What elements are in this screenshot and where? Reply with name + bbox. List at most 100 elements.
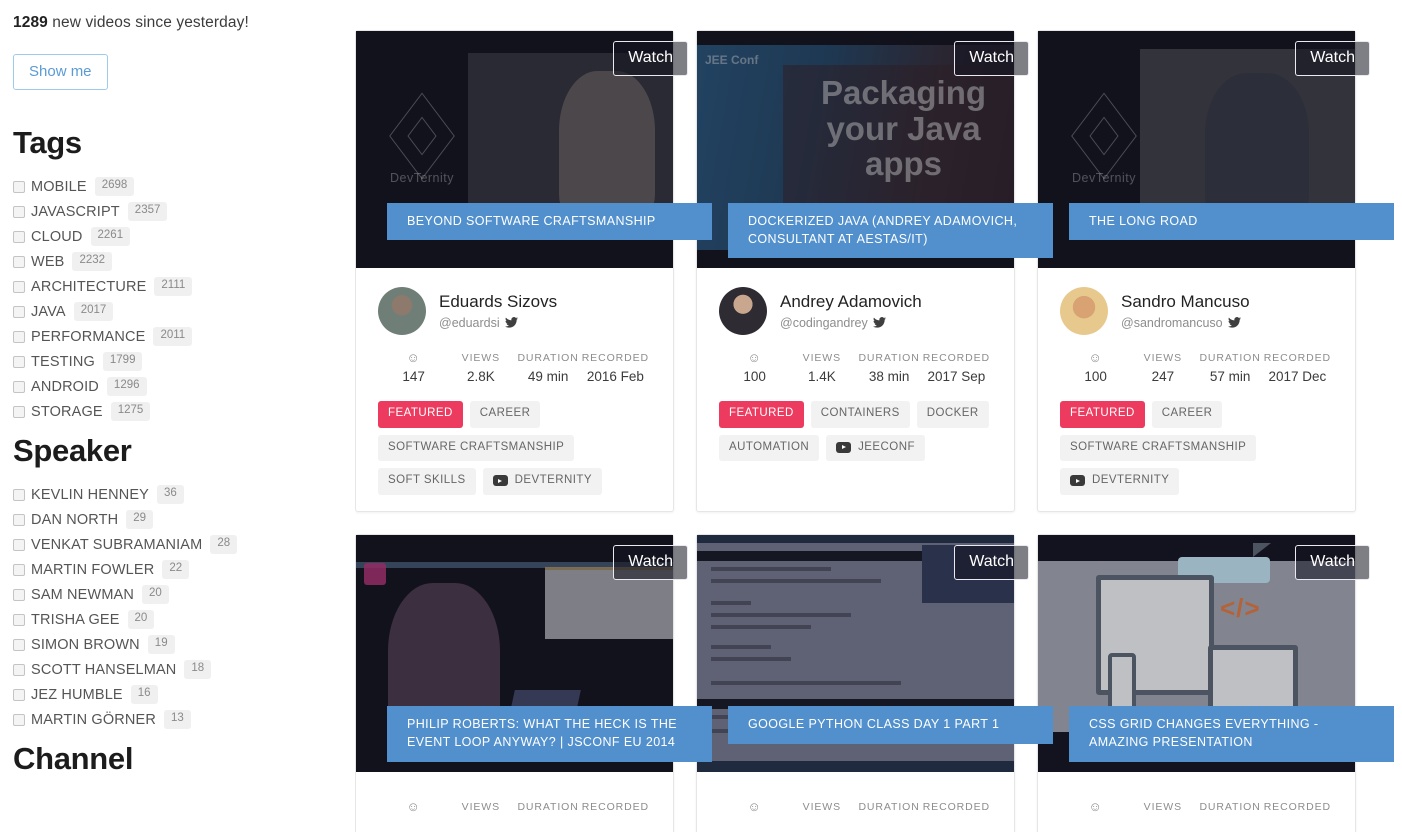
checkbox-icon[interactable] [13, 663, 25, 676]
facet-item-jez-humble[interactable]: JEZ HUMBLE 16 [13, 682, 355, 707]
tag-item[interactable]: DOCKER [916, 401, 989, 428]
video-title[interactable]: GOOGLE PYTHON CLASS DAY 1 PART 1 [728, 706, 1053, 744]
tag-item[interactable]: SOFT SKILLS [378, 468, 476, 495]
video-card[interactable]: DevTernity Watch THE LONG ROAD Sandro Ma… [1037, 30, 1394, 512]
facet-count: 1799 [102, 352, 143, 371]
rating-value: 147 [402, 369, 425, 384]
video-thumbnail[interactable]: JEE Conf Packaging your Java apps Watch DO… [697, 31, 1053, 268]
tag-featured[interactable]: FEATURED [1060, 401, 1145, 428]
video-thumbnail[interactable]: </> Watch CSS GRID CHANGES EVERYTHING - … [1038, 534, 1394, 772]
stats-row: ☺ VIEWS DURATION RECORDED [1060, 800, 1333, 818]
facet-item-simon-brown[interactable]: SIMON BROWN 19 [13, 632, 355, 657]
video-card[interactable]: </> Watch CSS GRID CHANGES EVERYTHING - … [1037, 533, 1394, 832]
watch-button[interactable]: Watch [1295, 544, 1370, 580]
checkbox-icon[interactable] [13, 180, 25, 193]
tag-item[interactable]: CAREER [1151, 401, 1223, 428]
checkbox-icon[interactable] [13, 305, 25, 318]
checkbox-icon[interactable] [13, 638, 25, 651]
facet-item-martin-gorner[interactable]: MARTIN GÖRNER 13 [13, 707, 355, 732]
tag-item[interactable]: CAREER [469, 401, 541, 428]
tag-featured[interactable]: FEATURED [719, 401, 804, 428]
facet-item-architecture[interactable]: ARCHITECTURE 2111 [13, 274, 355, 299]
video-title[interactable]: THE LONG ROAD [1069, 202, 1394, 240]
video-card[interactable]: DevTernity Watch BEYOND SOFTWARE CRAFTSM… [355, 30, 712, 512]
speaker-handle[interactable]: @codingandrey [780, 316, 922, 330]
facet-heading-channel: Channel [13, 741, 134, 777]
video-title[interactable]: CSS GRID CHANGES EVERYTHING - AMAZING PR… [1069, 706, 1394, 762]
checkbox-icon[interactable] [13, 205, 25, 218]
video-card[interactable]: Watch GOOGLE PYTHON CLASS DAY 1 PART 1 ☺… [696, 533, 1053, 832]
checkbox-icon[interactable] [13, 255, 25, 268]
tag-item[interactable]: AUTOMATION [719, 434, 820, 461]
facet-item-martin-fowler[interactable]: MARTIN FOWLER 22 [13, 557, 355, 582]
facet-count: 20 [142, 585, 169, 604]
watch-button[interactable]: Watch [954, 544, 1029, 580]
watch-button[interactable]: Watch [1295, 41, 1370, 76]
facet-item-dan-north[interactable]: DAN NORTH 29 [13, 507, 355, 532]
facet-item-trisha-gee[interactable]: TRISHA GEE 20 [13, 607, 355, 632]
duration-value: 49 min [527, 369, 569, 384]
facet-label: JAVASCRIPT [31, 203, 120, 220]
facet-count: 2232 [72, 252, 113, 271]
stat-duration: DURATION 38 min [855, 352, 922, 384]
show-me-button[interactable]: Show me [13, 54, 108, 90]
video-thumbnail[interactable]: Watch GOOGLE PYTHON CLASS DAY 1 PART 1 [697, 534, 1053, 772]
checkbox-icon[interactable] [13, 488, 25, 501]
video-thumbnail[interactable]: DevTernity Watch BEYOND SOFTWARE CRAFTSM… [356, 31, 712, 268]
tag-item[interactable]: CONTAINERS [810, 401, 910, 428]
speaker-handle[interactable]: @eduardsi [439, 316, 557, 330]
facet-item-javascript[interactable]: JAVASCRIPT 2357 [13, 199, 355, 224]
card-body: ☺ VIEWS DURATION RECORDED [697, 772, 1014, 832]
speaker-row[interactable]: Sandro Mancuso @sandromancuso [1060, 287, 1333, 335]
checkbox-icon[interactable] [13, 588, 25, 601]
facet-item-web[interactable]: WEB 2232 [13, 249, 355, 274]
facet-item-cloud[interactable]: CLOUD 2261 [13, 224, 355, 249]
video-thumbnail[interactable]: Watch PHILIP ROBERTS: WHAT THE HECK IS T… [356, 534, 712, 772]
checkbox-icon[interactable] [13, 688, 25, 701]
checkbox-icon[interactable] [13, 355, 25, 368]
checkbox-icon[interactable] [13, 513, 25, 526]
tag-item[interactable]: SOFTWARE CRAFTSMANSHIP [1060, 434, 1257, 461]
facet-item-mobile[interactable]: MOBILE 2698 [13, 174, 355, 199]
facet-item-performance[interactable]: PERFORMANCE 2011 [13, 324, 355, 349]
new-videos-headline: 1289 new videos since yesterday! [13, 14, 355, 32]
facet-item-java[interactable]: JAVA 2017 [13, 299, 355, 324]
checkbox-icon[interactable] [13, 230, 25, 243]
facet-item-kevlin-henney[interactable]: KEVLIN HENNEY 36 [13, 482, 355, 507]
facet-item-scott-hanselman[interactable]: SCOTT HANSELMAN 18 [13, 657, 355, 682]
tag-channel[interactable]: DEVTERNITY [482, 468, 602, 495]
facet-item-sam-newman[interactable]: SAM NEWMAN 20 [13, 582, 355, 607]
video-title[interactable]: DOCKERIZED JAVA (ANDREY ADAMOVICH, CONSU… [728, 202, 1053, 258]
checkbox-icon[interactable] [13, 563, 25, 576]
facet-item-storage[interactable]: STORAGE 1275 [13, 399, 355, 424]
tag-item[interactable]: SOFTWARE CRAFTSMANSHIP [378, 434, 575, 461]
speaker-row[interactable]: Andrey Adamovich @codingandrey [719, 287, 992, 335]
speaker-handle[interactable]: @sandromancuso [1121, 316, 1250, 330]
checkbox-icon[interactable] [13, 380, 25, 393]
video-card[interactable]: JEE Conf Packaging your Java apps Watch DO… [696, 30, 1053, 512]
checkbox-icon[interactable] [13, 538, 25, 551]
tag-channel[interactable]: DEVTERNITY [1060, 468, 1180, 495]
facet-heading-tags: Tags [13, 125, 82, 160]
facet-count: 1275 [110, 402, 151, 421]
facet-item-android[interactable]: ANDROID 1296 [13, 374, 355, 399]
video-thumbnail[interactable]: DevTernity Watch THE LONG ROAD [1038, 31, 1394, 268]
checkbox-icon[interactable] [13, 330, 25, 343]
checkbox-icon[interactable] [13, 613, 25, 626]
checkbox-icon[interactable] [13, 405, 25, 418]
facet-label: MARTIN FOWLER [31, 561, 155, 578]
stat-recorded: RECORDED 2016 Feb [582, 352, 649, 384]
tag-featured[interactable]: FEATURED [378, 401, 463, 428]
facet-item-testing[interactable]: TESTING 1799 [13, 349, 355, 374]
tag-channel[interactable]: JEECONF [826, 434, 925, 461]
video-card[interactable]: Watch PHILIP ROBERTS: WHAT THE HECK IS T… [355, 533, 712, 832]
video-title[interactable]: BEYOND SOFTWARE CRAFTSMANSHIP [387, 202, 712, 240]
video-title[interactable]: PHILIP ROBERTS: WHAT THE HECK IS THE EVE… [387, 706, 712, 762]
watch-button[interactable]: Watch [954, 41, 1029, 76]
watch-button[interactable]: Watch [613, 544, 688, 580]
facet-item-venkat-subramaniam[interactable]: VENKAT SUBRAMANIAM 28 [13, 532, 355, 557]
checkbox-icon[interactable] [13, 280, 25, 293]
speaker-row[interactable]: Eduards Sizovs @eduardsi [378, 287, 651, 335]
checkbox-icon[interactable] [13, 713, 25, 726]
watch-button[interactable]: Watch [613, 41, 688, 76]
